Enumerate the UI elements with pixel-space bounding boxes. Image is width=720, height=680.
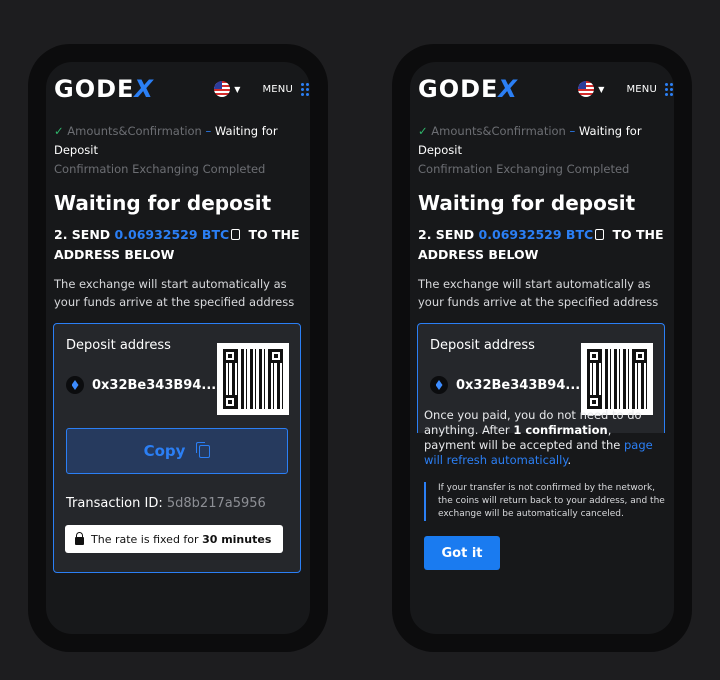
chevron-down-icon[interactable]: ▼ bbox=[234, 85, 240, 94]
logo-accent: X bbox=[498, 75, 518, 103]
got-it-button[interactable]: Got it bbox=[424, 536, 500, 570]
progress-steps: ✓ Amounts&Confirmation – Waiting for Dep… bbox=[54, 122, 308, 179]
step-separator: – bbox=[569, 124, 576, 138]
godex-logo[interactable]: GODE X bbox=[418, 75, 518, 103]
check-icon: ✓ bbox=[54, 124, 64, 138]
screen-left: GODE X ▼ MENU ✓ Amounts&Confirmation – Wa… bbox=[46, 62, 310, 634]
exchange-description: The exchange will start automatically as… bbox=[418, 277, 659, 309]
top-right-controls: ▼ MENU bbox=[214, 81, 310, 97]
send-amount: 0.06932529 BTC bbox=[478, 227, 594, 242]
deposit-address-label: Deposit address bbox=[430, 338, 535, 353]
send-suffix: TO THE bbox=[248, 227, 300, 242]
step-exchanging: Exchanging bbox=[132, 162, 199, 176]
copy-amount-icon[interactable] bbox=[595, 229, 605, 240]
qr-code bbox=[581, 343, 653, 415]
step-confirmation: Confirmation bbox=[418, 162, 493, 176]
menu-button[interactable]: MENU bbox=[626, 84, 657, 95]
page-title: Waiting for deposit bbox=[54, 191, 272, 215]
send-instruction: 2. SEND 0.06932529 BTC TO THE ADDRESS BE… bbox=[54, 225, 308, 265]
check-icon: ✓ bbox=[418, 124, 428, 138]
chevron-down-icon[interactable]: ▼ bbox=[598, 85, 604, 94]
phone-right: GODE X ▼ MENU ✓ Amounts&Confirmation – Wa… bbox=[392, 44, 692, 652]
ethereum-icon bbox=[430, 376, 448, 394]
deposit-address-text: 0x32Be343B94... bbox=[92, 377, 217, 393]
top-right-controls: ▼ MENU bbox=[578, 81, 674, 97]
top-bar: GODE X ▼ MENU bbox=[418, 72, 674, 106]
screen-right: GODE X ▼ MENU ✓ Amounts&Confirmation – Wa… bbox=[410, 62, 674, 634]
rate-badge: The rate is fixed for 30 minutes bbox=[65, 525, 284, 553]
progress-steps: ✓ Amounts&Confirmation – Waiting for Dep… bbox=[418, 122, 672, 179]
copy-button[interactable]: Copy bbox=[66, 428, 288, 474]
copy-icon bbox=[196, 441, 211, 458]
logo-accent: X bbox=[134, 75, 154, 103]
step-completed: Completed bbox=[202, 162, 266, 176]
send-suffix-2: ADDRESS BELOW bbox=[54, 247, 175, 262]
send-instruction: 2. SEND 0.06932529 BTC TO THE ADDRESS BE… bbox=[418, 225, 672, 265]
transaction-id-label: Transaction ID: bbox=[66, 496, 163, 511]
send-prefix: 2. SEND bbox=[54, 227, 111, 242]
us-flag-icon[interactable] bbox=[214, 81, 231, 97]
ethereum-icon bbox=[66, 376, 84, 394]
deposit-card: Deposit address 0x32Be343B94... Copy Tra… bbox=[53, 323, 301, 573]
send-prefix: 2. SEND bbox=[418, 227, 475, 242]
qr-code bbox=[217, 343, 289, 415]
logo-text: GODE bbox=[54, 75, 135, 103]
step-amounts: Amounts&Confirmation bbox=[67, 124, 202, 138]
deposit-address[interactable]: 0x32Be343B94... bbox=[66, 376, 216, 394]
logo-text: GODE bbox=[418, 75, 499, 103]
deposit-address-text: 0x32Be343B94... bbox=[456, 377, 581, 393]
menu-grid-icon[interactable] bbox=[665, 82, 674, 96]
step-confirmation: Confirmation bbox=[54, 162, 129, 176]
menu-grid-icon[interactable] bbox=[301, 82, 310, 96]
top-bar: GODE X ▼ MENU bbox=[54, 72, 310, 106]
rate-text: The rate is fixed for 30 minutes bbox=[91, 532, 272, 546]
transaction-id: Transaction ID: 5d8b217a5956 bbox=[66, 496, 266, 511]
transaction-id-value: 5d8b217a5956 bbox=[166, 496, 266, 511]
step-completed: Completed bbox=[566, 162, 630, 176]
us-flag-icon[interactable] bbox=[578, 81, 595, 97]
copy-amount-icon[interactable] bbox=[231, 229, 241, 240]
page-title: Waiting for deposit bbox=[418, 191, 636, 215]
send-amount: 0.06932529 BTC bbox=[114, 227, 230, 242]
send-suffix: TO THE bbox=[612, 227, 664, 242]
godex-logo[interactable]: GODE X bbox=[54, 75, 154, 103]
menu-button[interactable]: MENU bbox=[262, 84, 293, 95]
exchange-description: The exchange will start automatically as… bbox=[54, 277, 295, 309]
copy-button-label: Copy bbox=[143, 442, 186, 460]
step-exchanging: Exchanging bbox=[496, 162, 563, 176]
content-right: GODE X ▼ MENU ✓ Amounts&Confirmation – Wa… bbox=[417, 72, 674, 433]
deposit-address-label: Deposit address bbox=[66, 338, 171, 353]
deposit-address[interactable]: 0x32Be343B94... bbox=[430, 376, 580, 394]
send-suffix-2: ADDRESS BELOW bbox=[418, 247, 539, 262]
step-separator: – bbox=[205, 124, 212, 138]
step-amounts: Amounts&Confirmation bbox=[431, 124, 566, 138]
content-left: GODE X ▼ MENU ✓ Amounts&Confirmation – Wa… bbox=[53, 72, 310, 573]
network-warning: If your transfer is not confirmed by the… bbox=[424, 482, 668, 521]
lock-icon bbox=[75, 531, 84, 545]
phone-left: GODE X ▼ MENU ✓ Amounts&Confirmation – Wa… bbox=[28, 44, 328, 652]
notice-text: Once you paid, you do not need to do any… bbox=[424, 408, 653, 467]
